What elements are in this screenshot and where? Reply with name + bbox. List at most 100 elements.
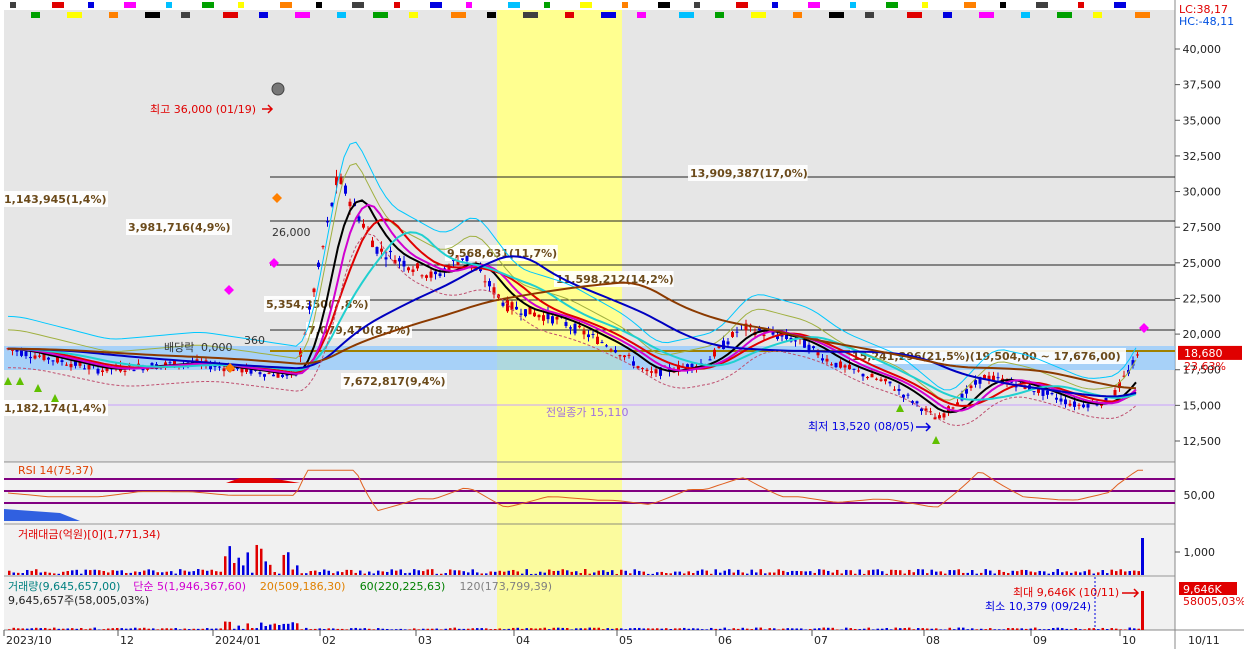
trading-value-bar	[435, 573, 438, 575]
candle-body	[60, 360, 64, 363]
trading-value-bar	[1020, 569, 1023, 575]
trading-value-bar	[588, 573, 591, 575]
candle-body	[897, 388, 901, 391]
volume-bar	[597, 627, 600, 630]
trading-value-bar	[152, 570, 155, 575]
volume-bar	[719, 628, 722, 630]
volume-bar	[179, 629, 182, 630]
volume-bar	[426, 628, 429, 630]
candle-body	[852, 368, 856, 370]
volume-bar	[687, 628, 690, 630]
signal-strip-mark	[124, 2, 136, 8]
trading-value-bar	[939, 571, 942, 575]
volume-bar	[336, 628, 339, 630]
volume-bar	[89, 628, 92, 630]
volume-max-label: 최대 9,646K (10/11)	[1013, 586, 1119, 599]
candle-body	[524, 309, 527, 317]
volume-bar	[1124, 629, 1127, 630]
candle-body	[1082, 404, 1085, 408]
trading-value-bar	[647, 573, 650, 575]
volume-bar	[975, 629, 978, 630]
y-tick-label: 30,000	[1183, 186, 1222, 199]
candle-body	[821, 358, 824, 361]
trading-value-bar	[426, 569, 429, 575]
volume-ma-label: 단순 5(1,946,367,60)	[133, 580, 246, 593]
volume-bar	[201, 628, 204, 630]
signal-strip-mark	[430, 2, 442, 8]
trading-value-bar	[1088, 569, 1091, 575]
candle-body	[461, 258, 464, 260]
volume-bar	[543, 627, 546, 630]
trading-value-bar	[116, 570, 119, 575]
candle-body	[1113, 390, 1117, 396]
volume-bar	[1070, 629, 1073, 630]
candle-body	[371, 240, 374, 248]
volume-bar	[390, 629, 393, 630]
candle-body	[1077, 404, 1081, 406]
trading-value-bar	[179, 569, 182, 575]
trading-value-bar	[494, 571, 497, 575]
trading-value-bar	[575, 571, 578, 575]
volume-bar	[633, 628, 636, 630]
volume-bar	[237, 625, 240, 630]
volume-bar	[431, 628, 434, 630]
trading-value-bar	[548, 569, 551, 575]
volume-bar	[755, 627, 758, 630]
volume-bar	[1074, 628, 1077, 630]
trading-value-bar	[827, 570, 830, 575]
signal-strip-mark	[772, 2, 778, 8]
trading-value-bar	[507, 570, 510, 575]
trading-value-bar	[993, 573, 996, 575]
trading-value-bar	[363, 573, 366, 575]
candle-body	[735, 331, 739, 333]
trading-value-bar	[1007, 573, 1010, 575]
volume-bar	[584, 628, 587, 630]
volume-bar	[210, 628, 213, 630]
trading-value-bar	[35, 569, 38, 575]
trading-value-bar	[674, 571, 677, 575]
trading-value-bar	[237, 557, 240, 575]
candle-body	[258, 372, 262, 375]
trading-value-bar	[908, 569, 911, 575]
trading-value-bar	[408, 572, 411, 575]
trading-value-bar	[287, 552, 290, 575]
candle-body	[578, 325, 581, 328]
volume-bar	[111, 628, 114, 630]
volume-bar	[39, 628, 42, 630]
volume-bar	[530, 628, 533, 630]
candle-body	[65, 364, 68, 366]
trading-value-bar	[26, 569, 29, 575]
candle-body	[402, 260, 406, 267]
signal-strip-mark	[1057, 12, 1072, 18]
trading-value-bar	[318, 572, 321, 575]
trading-value-bar	[962, 572, 965, 575]
rsi-label: RSI 14(75,37)	[18, 464, 93, 477]
trading-value-bar	[611, 570, 614, 575]
volume-bar	[422, 628, 425, 630]
candle-body	[573, 323, 577, 334]
signal-strip-mark	[181, 12, 190, 18]
y-tick-label: 12,500	[1183, 435, 1222, 448]
volume-bar	[440, 629, 443, 630]
trading-value-bar	[503, 571, 506, 575]
volume-bar	[161, 628, 164, 630]
volume-bar	[665, 628, 668, 630]
signal-strip-mark	[922, 2, 928, 8]
signal-strip-mark	[1000, 2, 1006, 8]
trading-value-bar	[390, 569, 393, 575]
volume-bar	[1141, 591, 1144, 630]
volume-bar	[435, 628, 438, 630]
volume-bar	[845, 627, 848, 630]
trading-value-bar	[143, 570, 146, 575]
volume-bar	[894, 627, 897, 630]
volume-bar	[701, 629, 704, 630]
trading-value-bar	[201, 569, 204, 575]
signal-strip-mark	[736, 2, 748, 8]
trading-value-bar	[899, 570, 902, 575]
rsi-tick-label: 50,00	[1184, 489, 1216, 502]
stock-chart[interactable]: 13,909,387(17,0%) 1,143,945(1,4%) 3,981,71…	[0, 0, 1244, 649]
trading-value-bar	[471, 569, 474, 575]
volume-bar	[696, 628, 699, 630]
trading-value-bar	[516, 571, 519, 575]
signal-strip-mark	[715, 12, 724, 18]
